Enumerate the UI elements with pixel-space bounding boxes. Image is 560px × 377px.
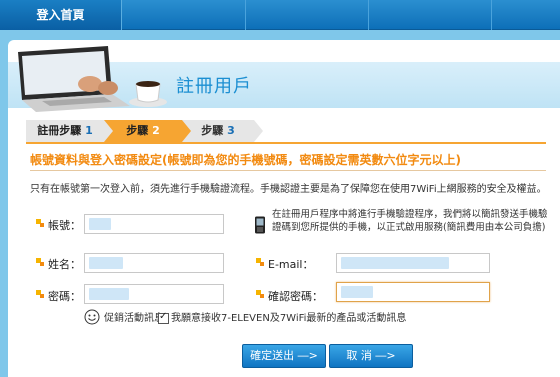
step-arrow bbox=[104, 120, 113, 142]
step-arrow bbox=[182, 120, 191, 142]
bullet-icon bbox=[256, 290, 264, 298]
step-3-number: 3 bbox=[227, 124, 235, 137]
name-label: 姓名： bbox=[48, 258, 81, 271]
sms-verification-note: 在註冊用戶程序中將進行手機驗證程序，我們將以簡訊發送手機驗 證碼到您所提供的手機… bbox=[272, 208, 550, 234]
masked-value bbox=[341, 286, 373, 298]
nav-divider bbox=[245, 0, 246, 30]
email-label: E-mail： bbox=[268, 258, 314, 271]
laptop-illustration bbox=[18, 46, 130, 112]
sms-note-line-1: 在註冊用戶程序中將進行手機驗證程序，我們將以簡訊發送手機驗 bbox=[272, 209, 548, 220]
masked-value bbox=[341, 257, 449, 269]
bullet-icon bbox=[36, 258, 44, 266]
smiley-icon bbox=[84, 309, 100, 325]
masked-value bbox=[89, 257, 123, 269]
confirm-password-label: 確認密碼： bbox=[268, 290, 323, 303]
promo-checkbox-text: 我願意接收7-ELEVEN及7WiFi最新的產品或活動訊息 bbox=[171, 313, 407, 324]
section-divider bbox=[30, 170, 546, 171]
step-2-label: 步驟 bbox=[126, 124, 149, 137]
masked-value bbox=[89, 288, 129, 300]
top-nav-bar: 登入首頁 bbox=[0, 0, 560, 30]
masked-value bbox=[89, 218, 111, 230]
bullet-icon bbox=[256, 258, 264, 266]
step-arrow bbox=[254, 120, 263, 142]
name-input[interactable] bbox=[84, 253, 224, 273]
submit-button[interactable]: 確定送出 ―> bbox=[242, 344, 326, 368]
page-title: 註冊用戶 bbox=[176, 76, 252, 97]
step-2: 步驟 2 bbox=[104, 120, 182, 142]
verification-notice: 只有在帳號第一次登入前，須先進行手機驗證流程。手機認證主要是為了保障您在使用7W… bbox=[30, 184, 547, 195]
step-1: 註冊步驟 1 bbox=[26, 120, 104, 142]
coffee-cup-illustration bbox=[129, 81, 167, 107]
home-tab[interactable]: 登入首頁 bbox=[0, 0, 122, 30]
cancel-button[interactable]: 取 消 ―> bbox=[329, 344, 413, 368]
bullet-icon bbox=[36, 219, 44, 227]
sms-note-line-2: 證碼到您所提供的手機，以正式啟用服務(簡訊費用由本公司負擔) bbox=[272, 222, 546, 233]
email-input[interactable] bbox=[336, 253, 490, 273]
account-label: 帳號： bbox=[48, 219, 81, 232]
step-indicator: 註冊步驟 1 步驟 2 步驟 3 bbox=[26, 120, 263, 142]
bullet-icon bbox=[36, 290, 44, 298]
password-label: 密碼： bbox=[48, 290, 81, 303]
account-input[interactable] bbox=[84, 214, 224, 234]
step-1-number: 1 bbox=[85, 124, 93, 137]
nav-divider bbox=[491, 0, 492, 30]
promo-label: 促銷活動訊息 bbox=[104, 313, 164, 324]
step-underline bbox=[26, 142, 546, 144]
promo-checkbox[interactable] bbox=[158, 311, 169, 324]
section-title: 帳號資料與登入密碼設定(帳號即為您的手機號碼，密碼設定需英數六位字元以上) bbox=[30, 153, 461, 167]
step-3-label: 步驟 bbox=[201, 124, 224, 137]
step-3: 步驟 3 bbox=[182, 120, 254, 142]
mobile-phone-icon bbox=[255, 216, 265, 234]
step-2-number: 2 bbox=[152, 124, 160, 137]
password-input[interactable] bbox=[84, 284, 224, 304]
nav-divider bbox=[368, 0, 369, 30]
confirm-password-input[interactable] bbox=[336, 282, 490, 302]
step-1-label: 註冊步驟 bbox=[37, 124, 82, 137]
